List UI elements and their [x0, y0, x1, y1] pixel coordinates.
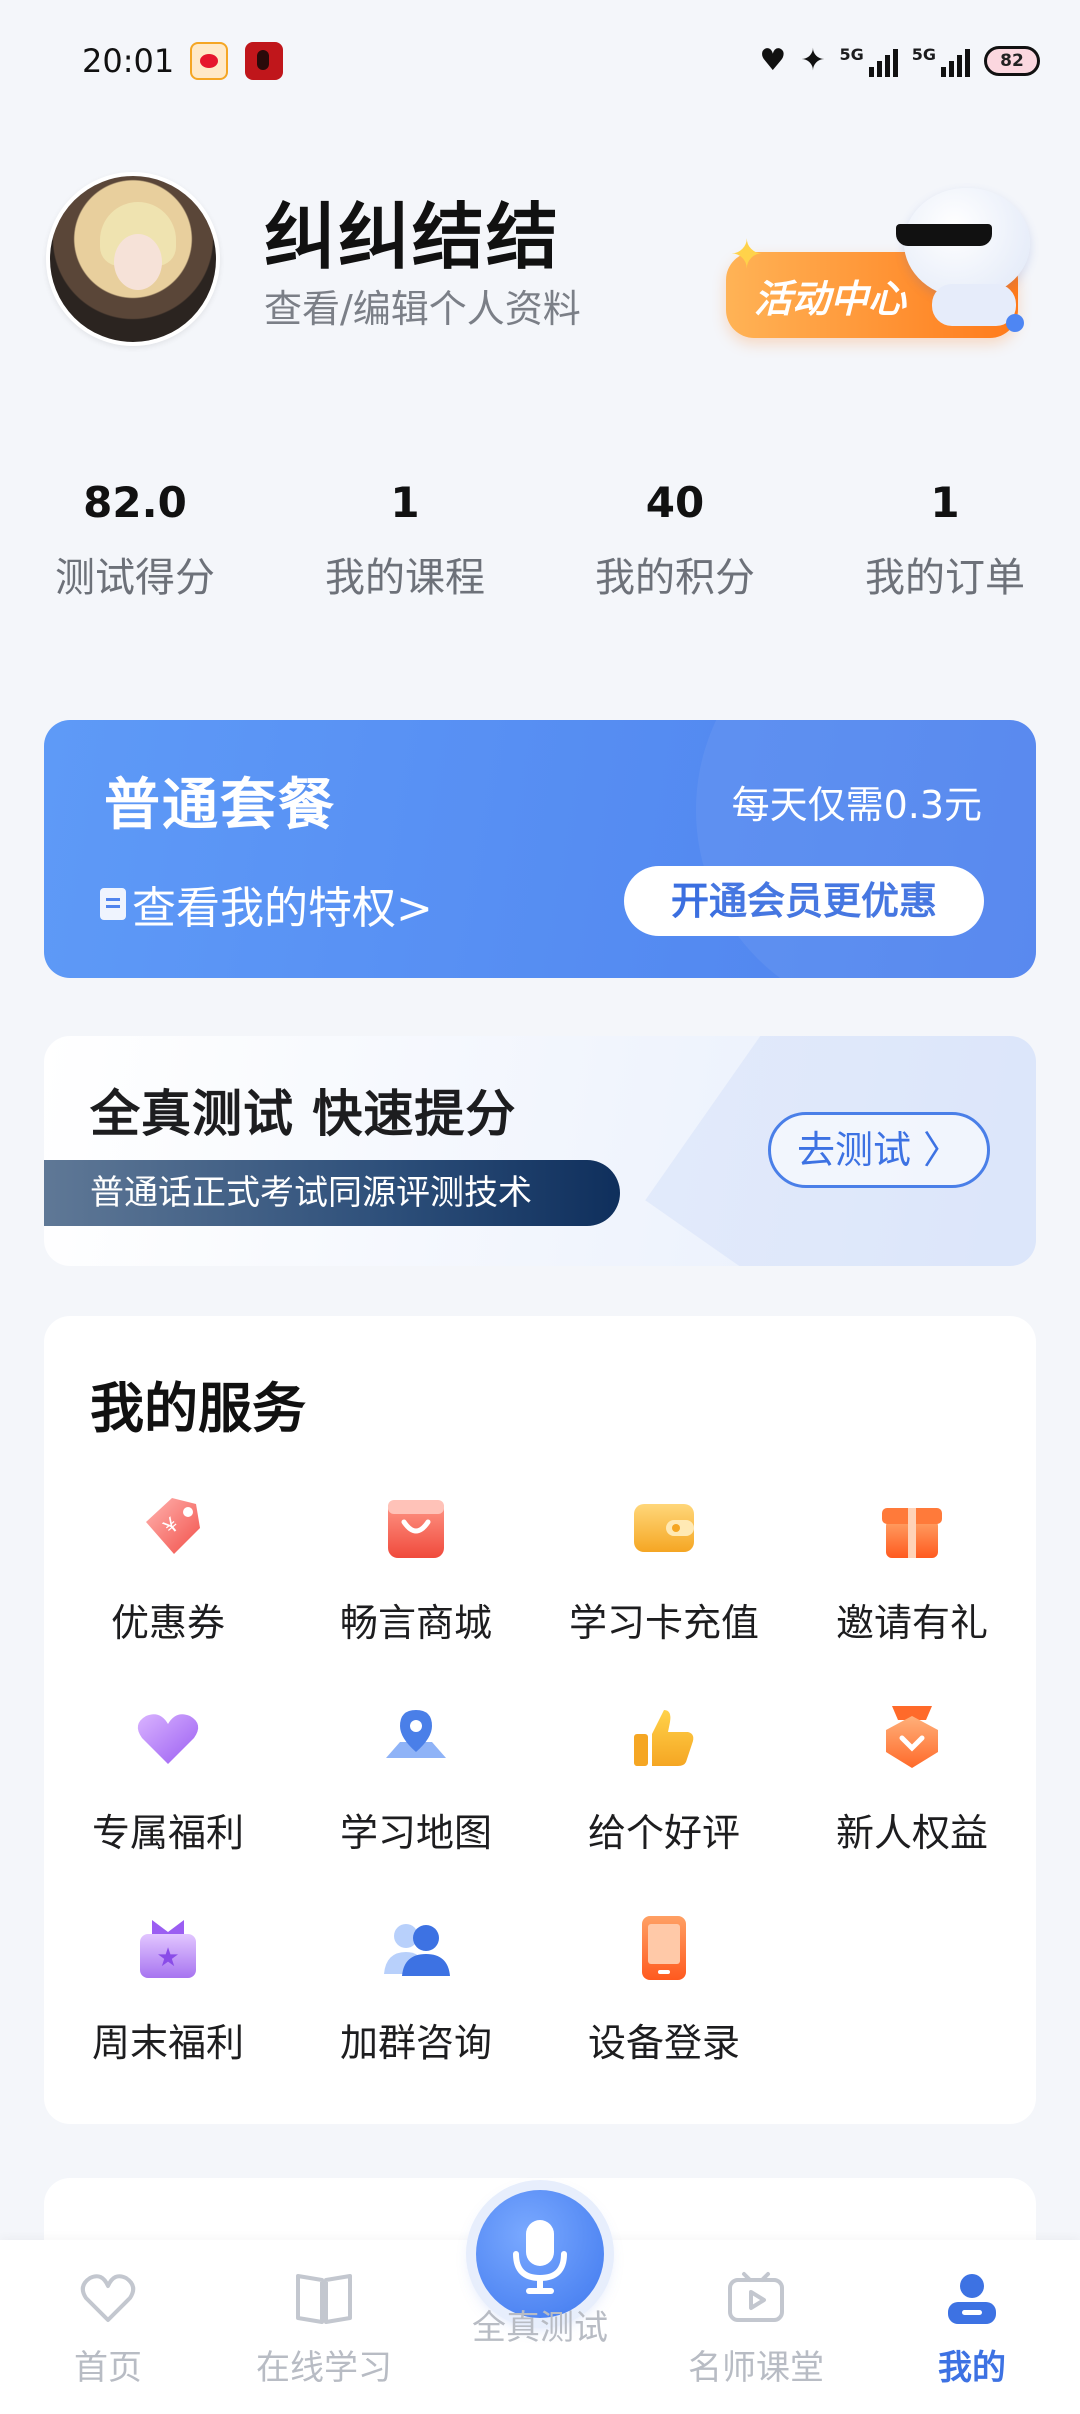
stat-label: 我的积分 [595, 555, 755, 601]
stat-value: 82.0 [83, 478, 187, 527]
badge-icon [886, 1706, 938, 1768]
microphone-icon [513, 2220, 567, 2294]
weibo-notification-icon [190, 42, 228, 80]
activity-center-label: 活动中心 [754, 277, 907, 321]
stat-value: 1 [930, 478, 960, 527]
service-label: 学习卡充值 [568, 1601, 759, 1645]
membership-card[interactable]: 普通套餐 每天仅需0.3元 查看我的特权> 开通会员更优惠 [44, 720, 1036, 978]
nav-label: 在线学习 [256, 2348, 392, 2388]
status-indicators: ♥ ✦ 5G 5G 82 [759, 40, 1040, 82]
stat-my-orders[interactable]: 1 我的订单 [830, 478, 1060, 603]
coupon-icon: ¥ [146, 1498, 200, 1554]
service-exclusive-welfare[interactable]: 专属福利 [44, 1702, 292, 1902]
signal-icon: 5G [839, 45, 898, 77]
stat-label: 我的订单 [865, 555, 1025, 601]
service-invite[interactable]: 邀请有礼 [788, 1492, 1036, 1692]
network-type-label: 5G [839, 45, 864, 64]
service-coupon[interactable]: ¥ 优惠券 [44, 1492, 292, 1692]
wallet-icon [634, 1504, 694, 1552]
gift-icon [882, 1508, 942, 1558]
stat-test-score[interactable]: 82.0 测试得分 [20, 478, 250, 603]
service-label: 学习地图 [339, 1811, 492, 1855]
butterfly-status-icon: ✦ [800, 43, 826, 78]
battery-icon: 82 [984, 46, 1040, 76]
book-icon [296, 2274, 352, 2324]
stat-label: 我的课程 [325, 555, 485, 601]
edit-profile-link[interactable]: 查看/编辑个人资料 [264, 278, 581, 333]
nav-home[interactable]: 首页 [0, 2270, 216, 2389]
view-privileges-label: 查看我的特权> [132, 883, 433, 934]
service-label: 加群咨询 [339, 2021, 492, 2065]
map-pin-icon [386, 1710, 446, 1758]
stat-my-courses[interactable]: 1 我的课程 [290, 478, 520, 603]
service-label: 给个好评 [587, 1811, 740, 1855]
service-study-card[interactable]: 学习卡充值 [540, 1492, 788, 1692]
service-label: 设备登录 [587, 2021, 740, 2065]
group-icon [384, 1924, 450, 1976]
service-label: 周末福利 [91, 2021, 244, 2065]
service-label: 专属福利 [91, 1811, 244, 1855]
service-newcomer-rights[interactable]: 新人权益 [788, 1702, 1036, 1902]
shopping-bag-icon [388, 1500, 444, 1558]
test-promo-card[interactable]: 全真测试 快速提分 普通话正式考试同源评测技术 去测试 〉 [44, 1036, 1036, 1266]
avatar[interactable] [46, 172, 220, 346]
go-test-button[interactable]: 去测试 〉 [768, 1112, 990, 1188]
nav-label: 我的 [938, 2348, 1006, 2388]
service-device-login[interactable]: 设备登录 [540, 1912, 788, 2112]
nav-label: 名师课堂 [688, 2348, 824, 2388]
services-title: 我的服务 [90, 1377, 306, 1440]
heart-status-icon: ♥ [759, 43, 787, 78]
open-membership-button[interactable]: 开通会员更优惠 [624, 866, 984, 936]
stat-label: 测试得分 [55, 555, 215, 601]
svg-text:★: ★ [156, 1943, 179, 1973]
stat-value: 40 [645, 478, 705, 527]
nav-teacher-classroom[interactable]: 名师课堂 [648, 2270, 864, 2389]
membership-title: 普通套餐 [104, 773, 336, 838]
status-time: 20:01 [82, 42, 175, 80]
phone-icon [642, 1916, 686, 1980]
service-mall[interactable]: 畅言商城 [292, 1492, 540, 1692]
video-icon [728, 2272, 784, 2322]
view-privileges-link[interactable]: 查看我的特权> [100, 872, 433, 936]
nav-mine[interactable]: 我的 [864, 2270, 1080, 2389]
service-label: 邀请有礼 [835, 1601, 988, 1645]
robot-mascot-icon [896, 180, 1034, 332]
heart-outline-icon [80, 2274, 136, 2322]
service-label: 新人权益 [835, 1811, 988, 1855]
thumbs-up-icon [634, 1710, 694, 1766]
test-promo-tagline: 普通话正式考试同源评测技术 [44, 1160, 620, 1226]
heart-icon [137, 1714, 199, 1764]
app-notification-icon [245, 42, 283, 80]
service-label: 畅言商城 [339, 1601, 492, 1645]
stat-my-points[interactable]: 40 我的积分 [560, 478, 790, 603]
activity-center-button[interactable]: ✦ 活动中心 [726, 180, 1036, 350]
service-learning-map[interactable]: 学习地图 [292, 1702, 540, 1902]
nav-label: 首页 [74, 2348, 142, 2388]
signal-icon-2: 5G [912, 45, 970, 77]
nav-online-learning[interactable]: 在线学习 [216, 2270, 432, 2389]
stat-value: 1 [390, 478, 420, 527]
test-promo-title: 全真测试 快速提分 [90, 1085, 517, 1143]
nav-full-test-label[interactable]: 全真测试 [432, 2300, 648, 2349]
service-weekend-welfare[interactable]: ★ 周末福利 [44, 1912, 292, 2112]
stats-row: 82.0 测试得分 1 我的课程 40 我的积分 1 我的订单 [0, 478, 1080, 628]
network-type-label-2: 5G [911, 45, 936, 64]
membership-price: 每天仅需0.3元 [731, 783, 982, 827]
star-gift-icon: ★ [140, 1920, 196, 1978]
user-icon [948, 2274, 996, 2324]
service-good-review[interactable]: 给个好评 [540, 1702, 788, 1902]
service-label: 优惠券 [110, 1601, 225, 1645]
document-icon [100, 888, 126, 920]
profile-name[interactable]: 纠纠结结 [264, 178, 560, 283]
status-bar: 20:01 ♥ ✦ 5G 5G 82 [0, 0, 1080, 120]
nav-full-test-mic-button[interactable] [476, 2190, 604, 2318]
my-services-card: 我的服务 ¥ 优惠券 畅言商城 学习卡充值 邀请有礼 专属福利 学习地图 给个好… [44, 1316, 1036, 2124]
service-join-group[interactable]: 加群咨询 [292, 1912, 540, 2112]
